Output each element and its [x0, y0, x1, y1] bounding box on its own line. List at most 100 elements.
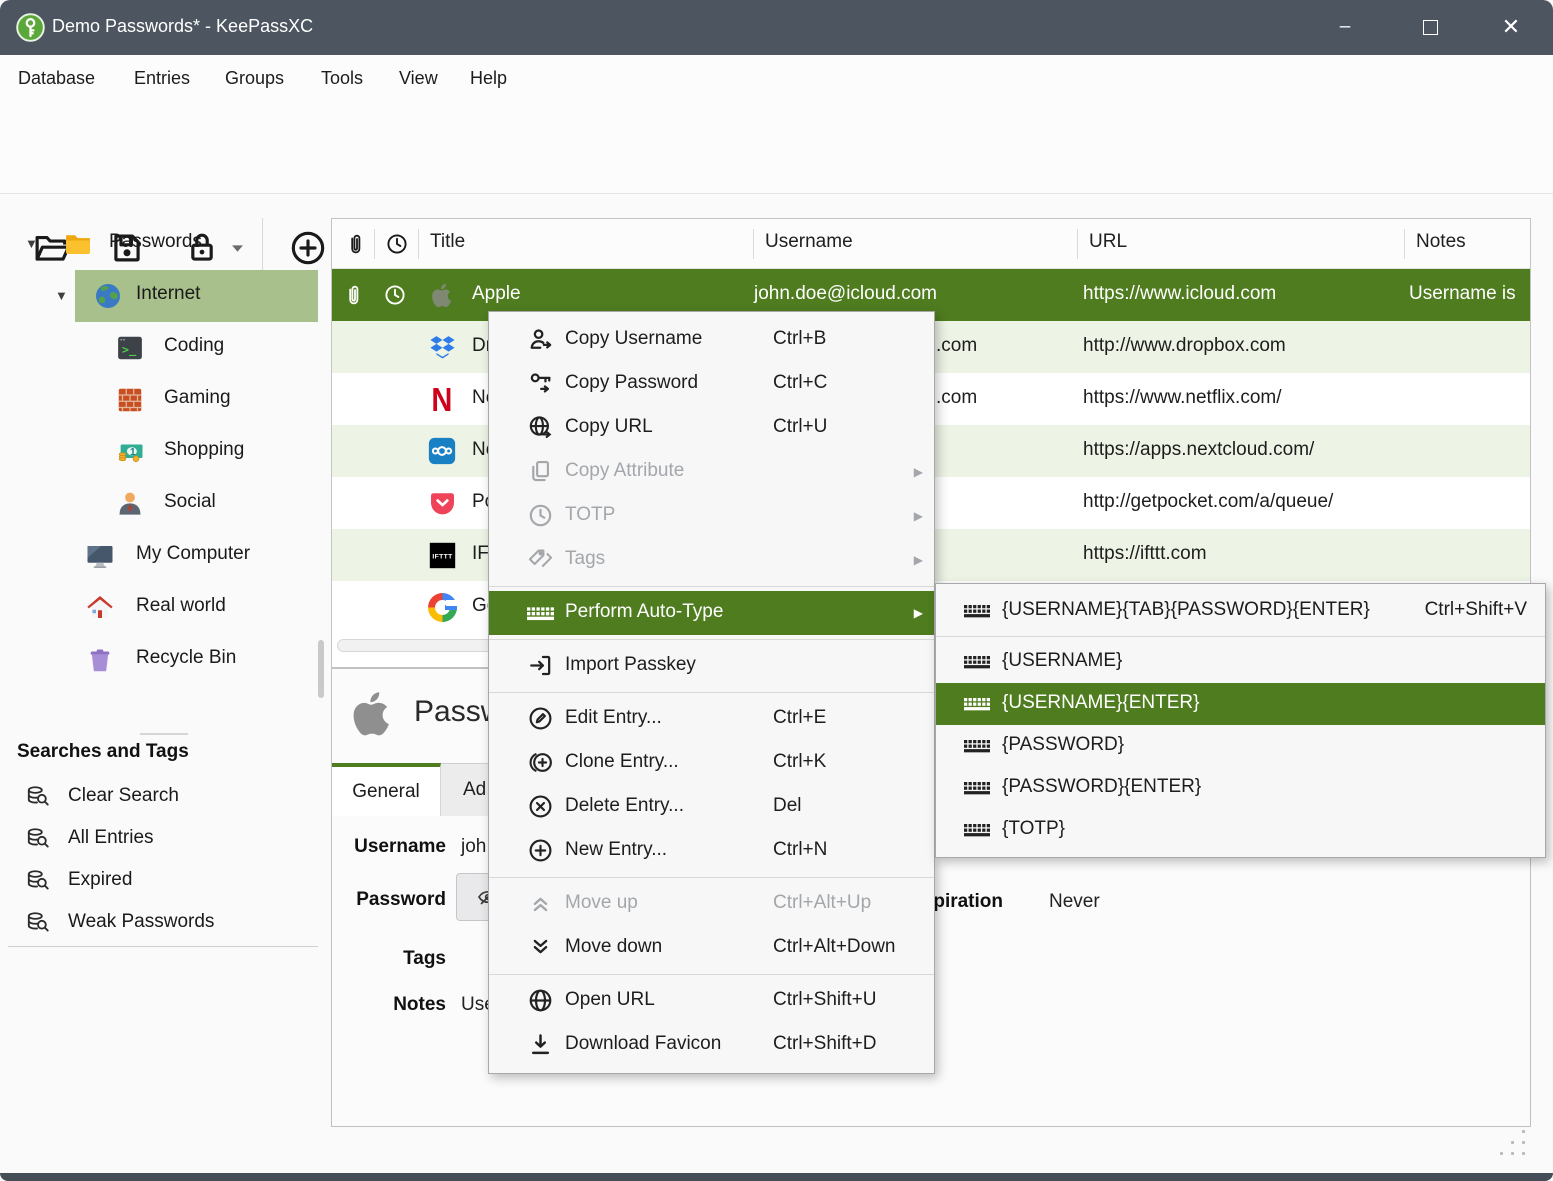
column-separator[interactable]	[753, 229, 754, 259]
cell-url: https://www.netflix.com/	[1083, 387, 1282, 409]
submenu-item-password-enter[interactable]: {PASSWORD}{ENTER}	[936, 767, 1545, 809]
column-header-url[interactable]: URL	[1089, 231, 1127, 253]
menu-database[interactable]: Database	[14, 63, 99, 93]
column-header-username[interactable]: Username	[765, 231, 853, 253]
menu-item-clone-entry[interactable]: Clone Entry... Ctrl+K	[489, 741, 934, 785]
sidebar-item-label: My Computer	[136, 543, 250, 565]
menu-item-shortcut: Ctrl+Shift+U	[773, 989, 876, 1011]
cell-title: Apple	[472, 283, 521, 305]
sidebar-scrollbar[interactable]	[318, 640, 324, 698]
copy-attribute-icon	[527, 458, 554, 485]
menu-help[interactable]: Help	[466, 63, 511, 93]
expander-icon[interactable]: ▼	[25, 236, 38, 251]
menu-item-copy-password[interactable]: Copy Password Ctrl+C	[489, 362, 934, 406]
menu-separator	[489, 639, 934, 640]
sidebar-item-gaming[interactable]: Gaming	[8, 374, 325, 426]
password-label: Password	[340, 889, 446, 911]
notes-label: Notes	[340, 994, 446, 1016]
sidebar-item-coding[interactable]: >_ Coding	[8, 322, 325, 374]
sidebar-item-recycle-bin[interactable]: Recycle Bin	[8, 634, 325, 686]
menu-item-label: Tags	[565, 548, 605, 570]
sidebar-item-label: Coding	[164, 335, 224, 357]
sidebar-item-label: Shopping	[164, 439, 244, 461]
menu-item-move-down[interactable]: Move down Ctrl+Alt+Down	[489, 926, 934, 970]
title-bar: Demo Passwords* - KeePassXC – ✕	[0, 0, 1553, 55]
sidebar-item-my-computer[interactable]: My Computer	[8, 530, 325, 582]
menu-entries[interactable]: Entries	[130, 63, 194, 93]
menu-item-shortcut: Ctrl+U	[773, 416, 827, 438]
menu-item-label: Move up	[565, 892, 638, 914]
column-separator[interactable]	[374, 229, 375, 259]
copy-password-icon	[527, 370, 554, 397]
bricks-icon	[115, 385, 145, 415]
submenu-item-totp[interactable]: {TOTP}	[936, 809, 1545, 851]
sidebar-item-weak-passwords[interactable]: Weak Passwords	[8, 902, 318, 944]
maximize-button[interactable]	[1413, 12, 1447, 42]
column-separator[interactable]	[1404, 229, 1405, 259]
sidebar-item-label: Social	[164, 491, 216, 513]
sidebar-item-expired[interactable]: Expired	[8, 860, 318, 902]
column-header-notes[interactable]: Notes	[1416, 231, 1466, 253]
menu-item-new-entry[interactable]: New Entry... Ctrl+N	[489, 829, 934, 873]
menu-item-perform-auto-type[interactable]: Perform Auto-Type ▶	[489, 591, 934, 635]
computer-icon	[85, 541, 115, 571]
column-separator[interactable]	[418, 229, 419, 259]
submenu-item-username-tab-password-enter[interactable]: {USERNAME}{TAB}{PASSWORD}{ENTER} Ctrl+Sh…	[936, 590, 1545, 632]
netflix-favicon: N	[427, 384, 457, 414]
menu-item-tags[interactable]: Tags ▶	[489, 538, 934, 582]
search-item-label: All Entries	[68, 827, 154, 849]
tab-general[interactable]: General	[332, 763, 441, 816]
column-header-title[interactable]: Title	[430, 231, 465, 253]
menu-item-copy-attribute[interactable]: Copy Attribute ▶	[489, 450, 934, 494]
terminal-icon: >_	[115, 333, 145, 363]
menu-item-copy-username[interactable]: Copy Username Ctrl+B	[489, 318, 934, 362]
expiration-value: Never	[1049, 891, 1100, 913]
table-header-row: Title Username URL Notes	[332, 219, 1530, 269]
sidebar-item-social[interactable]: Social	[8, 478, 325, 530]
menu-tools[interactable]: Tools	[317, 63, 367, 93]
open-url-icon	[527, 987, 554, 1014]
sidebar-item-label: Passwords	[109, 231, 202, 253]
menu-item-open-url[interactable]: Open URL Ctrl+Shift+U	[489, 979, 934, 1023]
sidebar-item-clear-search[interactable]: Clear Search	[8, 776, 318, 818]
menu-item-label: Edit Entry...	[565, 707, 662, 729]
submenu-item-password[interactable]: {PASSWORD}	[936, 725, 1545, 767]
menu-item-download-favicon[interactable]: Download Favicon Ctrl+Shift+D	[489, 1023, 934, 1067]
resize-grip[interactable]	[1500, 1130, 1528, 1158]
copy-username-icon	[527, 326, 554, 353]
close-button[interactable]: ✕	[1494, 12, 1528, 42]
sidebar-item-internet[interactable]: ▼ Internet	[8, 270, 325, 322]
menu-view[interactable]: View	[395, 63, 442, 93]
menu-item-move-up[interactable]: Move up Ctrl+Alt+Up	[489, 882, 934, 926]
column-separator[interactable]	[1077, 229, 1078, 259]
menu-separator	[936, 636, 1545, 637]
menu-item-shortcut: Ctrl+C	[773, 372, 827, 394]
searches-and-tags-title: Searches and Tags	[17, 741, 189, 763]
sidebar-item-real-world[interactable]: Real world	[8, 582, 325, 634]
menu-item-copy-url[interactable]: Copy URL Ctrl+U	[489, 406, 934, 450]
menu-item-shortcut: Del	[773, 795, 802, 817]
menu-item-totp[interactable]: TOTP ▶	[489, 494, 934, 538]
keyboard-icon	[527, 607, 554, 621]
minimize-button[interactable]: –	[1328, 12, 1362, 42]
menu-item-import-passkey[interactable]: Import Passkey	[489, 644, 934, 688]
paperclip-icon	[344, 232, 368, 256]
section-divider	[140, 733, 188, 735]
sidebar-item-all-entries[interactable]: All Entries	[8, 818, 318, 860]
menu-groups[interactable]: Groups	[221, 63, 288, 93]
sidebar-item-passwords[interactable]: ▼ Passwords	[8, 218, 325, 270]
menu-item-shortcut: Ctrl+E	[773, 707, 826, 729]
download-favicon-icon	[527, 1031, 554, 1058]
window-bottom-edge	[0, 1173, 1553, 1181]
submenu-item-username[interactable]: {USERNAME}	[936, 641, 1545, 683]
submenu-item-username-enter[interactable]: {USERNAME}{ENTER}	[936, 683, 1545, 725]
submenu-item-label: {PASSWORD}{ENTER}	[1002, 776, 1201, 798]
nextcloud-favicon	[427, 436, 457, 466]
cell-url: http://www.dropbox.com	[1083, 335, 1286, 357]
edit-entry-icon	[527, 705, 554, 732]
menu-item-edit-entry[interactable]: Edit Entry... Ctrl+E	[489, 697, 934, 741]
menu-item-delete-entry[interactable]: Delete Entry... Del	[489, 785, 934, 829]
expander-icon[interactable]: ▼	[55, 288, 68, 303]
sidebar-item-shopping[interactable]: 1 Shopping	[8, 426, 325, 478]
submenu-item-label: {TOTP}	[1002, 818, 1065, 840]
